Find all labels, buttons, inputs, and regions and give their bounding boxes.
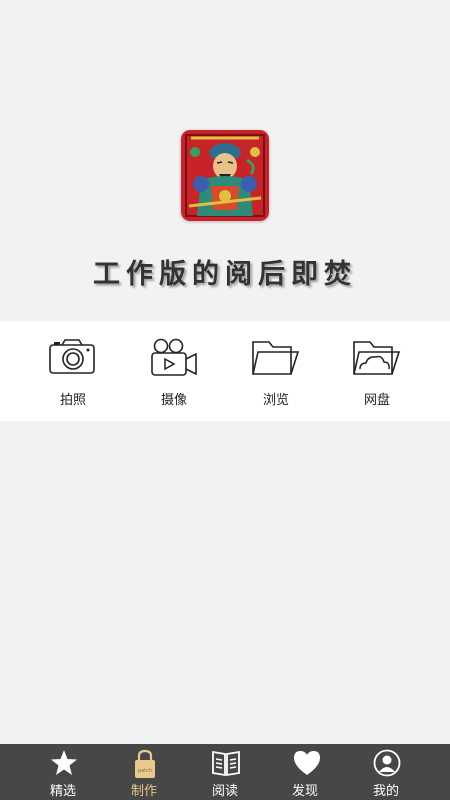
tab-featured-label: 精选 [49, 784, 76, 799]
browse-button[interactable]: 浏览 [226, 321, 326, 421]
video-button[interactable]: 摄像 [124, 321, 224, 421]
svg-text:patch: patch [138, 768, 152, 774]
browse-label: 浏览 [262, 393, 289, 408]
tab-read-label: 阅读 [211, 784, 238, 799]
tab-discover-label: 发现 [291, 784, 318, 799]
door-god-painting-icon [181, 130, 269, 221]
app-logo [181, 130, 269, 221]
tab-create[interactable]: patch 制作 [104, 744, 184, 800]
video-label: 摄像 [160, 393, 187, 408]
tab-create-label: 制作 [130, 784, 157, 799]
tab-mine-label: 我的 [372, 784, 399, 799]
folder-icon [252, 341, 300, 375]
tab-mine[interactable]: 我的 [346, 744, 426, 800]
action-panel: 拍照 摄像 浏览 网盘 [0, 321, 450, 421]
tab-featured[interactable]: 精选 [23, 744, 103, 800]
camera-button[interactable]: 拍照 [23, 321, 123, 421]
star-icon [51, 750, 77, 775]
video-camera-icon [151, 338, 197, 376]
cloud-folder-icon [353, 341, 401, 375]
cloud-drive-button[interactable]: 网盘 [327, 321, 427, 421]
tab-read[interactable]: 阅读 [185, 744, 265, 800]
app-title: 工作版的阅后即焚 [93, 259, 357, 290]
camera-icon [49, 339, 95, 374]
heart-icon [294, 751, 320, 775]
book-icon [212, 750, 240, 777]
bottom-tab-bar: 精选 patch 制作 阅读 发现 我的 [0, 744, 450, 800]
tab-discover[interactable]: 发现 [265, 744, 345, 800]
cloud-drive-label: 网盘 [363, 393, 390, 408]
lock-icon: patch [135, 749, 155, 778]
camera-label: 拍照 [59, 393, 86, 408]
user-icon [373, 749, 401, 777]
